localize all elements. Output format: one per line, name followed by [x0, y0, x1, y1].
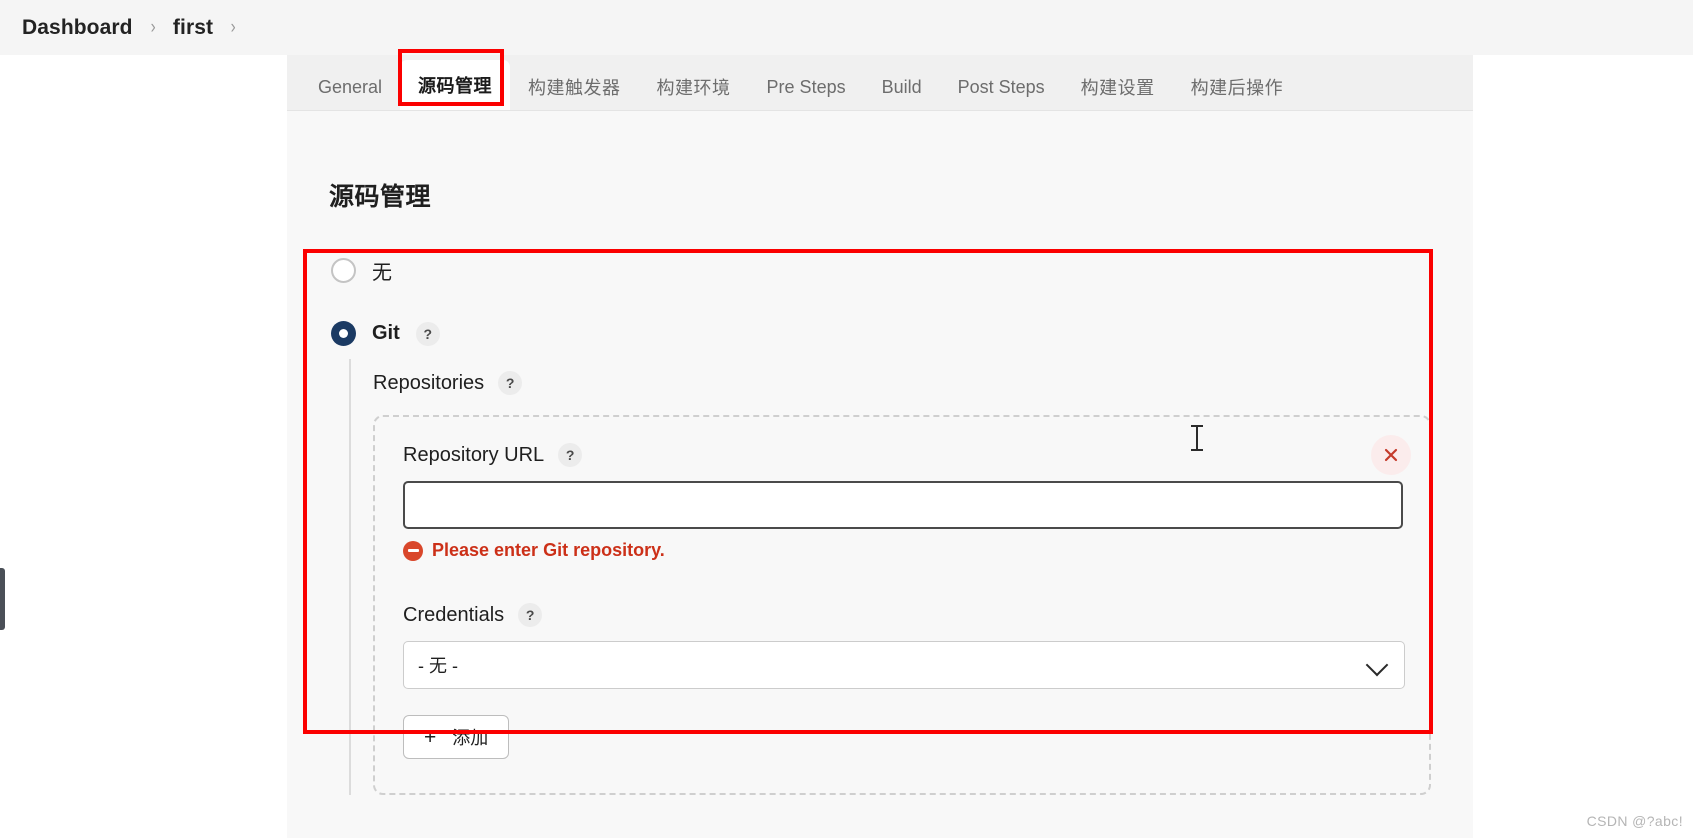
- help-icon-repositories[interactable]: ?: [498, 371, 523, 395]
- plus-icon: +: [424, 725, 437, 749]
- scm-option-none[interactable]: 无: [331, 256, 392, 285]
- radio-none[interactable]: [331, 258, 356, 283]
- credentials-header: Credentials ?: [403, 603, 1401, 627]
- sidebar-edge-handle[interactable]: [0, 568, 5, 630]
- tab-general[interactable]: General: [300, 64, 400, 110]
- repository-card: Repository URL ? Please enter Git reposi…: [373, 415, 1431, 795]
- scm-option-git-label: Git: [372, 322, 400, 344]
- credentials-select[interactable]: - 无 -: [403, 641, 1405, 689]
- help-icon-repository-url[interactable]: ?: [558, 443, 583, 467]
- tab-build-settings[interactable]: 构建设置: [1063, 64, 1173, 110]
- scm-option-none-label: 无: [372, 262, 392, 284]
- remove-repository-button[interactable]: [1371, 435, 1411, 475]
- config-tabbar: General 源码管理 构建触发器 构建环境 Pre Steps Build …: [287, 49, 1473, 111]
- right-gutter: [1473, 55, 1693, 838]
- tab-build-environment[interactable]: 构建环境: [639, 64, 749, 110]
- tab-post-steps[interactable]: Post Steps: [940, 64, 1063, 110]
- tab-build[interactable]: Build: [864, 64, 940, 110]
- tab-build-triggers[interactable]: 构建触发器: [510, 64, 639, 110]
- add-credentials-label: 添加: [452, 728, 489, 748]
- breadcrumb-separator-icon: ›: [150, 16, 156, 38]
- add-credentials-button[interactable]: + 添加: [403, 715, 510, 759]
- repository-url-input[interactable]: [403, 481, 1403, 529]
- watermark: CSDN @?abc!: [1586, 813, 1683, 829]
- tab-post-build-actions[interactable]: 构建后操作: [1173, 64, 1302, 110]
- close-icon: [1384, 448, 1398, 462]
- credentials-label: Credentials: [403, 603, 505, 626]
- repository-url-header: Repository URL ?: [403, 443, 1401, 467]
- no-entry-icon: [403, 540, 423, 561]
- tab-pre-steps[interactable]: Pre Steps: [749, 64, 864, 110]
- app-screen: Dashboard › first › General 源码管理 构建触发器 构…: [0, 0, 1693, 838]
- breadcrumb: Dashboard › first ›: [0, 0, 1693, 55]
- repository-url-error-text: Please enter Git repository.: [432, 540, 665, 560]
- repositories-header: Repositories ?: [373, 371, 1429, 395]
- breadcrumb-item-dashboard[interactable]: Dashboard: [22, 16, 133, 40]
- repository-url-error: Please enter Git repository.: [403, 540, 1401, 561]
- scm-option-git[interactable]: Git ?: [331, 321, 440, 346]
- page-title: 源码管理: [329, 183, 432, 211]
- git-settings: Repositories ? Repository URL ? Please e…: [349, 359, 1431, 795]
- radio-git[interactable]: [331, 321, 356, 346]
- repositories-label: Repositories: [373, 371, 485, 394]
- tab-scm[interactable]: 源码管理: [400, 60, 511, 110]
- project-config-panel: General 源码管理 构建触发器 构建环境 Pre Steps Build …: [287, 49, 1473, 838]
- help-icon-credentials[interactable]: ?: [518, 603, 543, 627]
- credentials-select-wrap: - 无 -: [403, 641, 1405, 689]
- breadcrumb-item-first[interactable]: first: [173, 16, 213, 40]
- scm-content: 源码管理 无 Git ? Repositories ? Repository U…: [287, 111, 1473, 838]
- repository-url-label: Repository URL: [403, 443, 545, 466]
- breadcrumb-separator-icon-2: ›: [230, 16, 236, 38]
- help-icon-git[interactable]: ?: [415, 321, 440, 346]
